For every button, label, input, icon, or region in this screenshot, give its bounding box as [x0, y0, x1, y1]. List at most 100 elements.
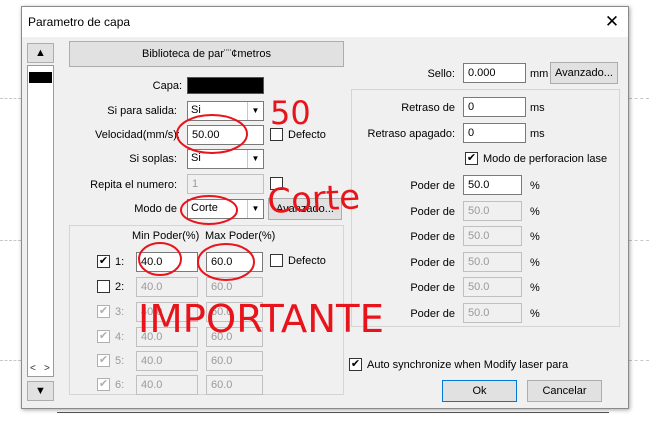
min-power-input[interactable]: 40.0: [136, 277, 198, 297]
chevron-down-icon[interactable]: ▼: [247, 102, 263, 120]
min-power-input[interactable]: 40.0: [136, 302, 198, 322]
power-label: Poder de: [410, 180, 455, 192]
cancel-button[interactable]: Cancelar: [527, 380, 602, 402]
perforation-mode-label: Modo de perforacion lase: [483, 153, 608, 165]
power-row-label: 1:: [115, 256, 125, 268]
power-default-checkbox[interactable]: [270, 254, 283, 267]
repeat-checkbox[interactable]: [270, 177, 283, 190]
auto-sync-checkbox[interactable]: ✔: [349, 358, 362, 371]
scroll-right-icon[interactable]: >: [44, 363, 50, 374]
repeat-input[interactable]: 1: [187, 174, 264, 194]
max-power-input[interactable]: 60.0: [206, 277, 263, 297]
power-row-checkbox[interactable]: ✔: [97, 354, 110, 367]
percent-unit: %: [530, 282, 540, 295]
layer-color-box[interactable]: [187, 77, 264, 94]
power-input[interactable]: 50.0: [463, 200, 522, 221]
background-grid-line: [0, 360, 21, 361]
power-label: Poder de: [410, 205, 455, 218]
max-power-input[interactable]: 60.0: [206, 375, 263, 395]
repeat-label: Repita el numero:: [90, 179, 177, 191]
max-power-input[interactable]: 60.0: [206, 302, 263, 322]
power-label: Poder de: [410, 256, 455, 269]
max-power-input[interactable]: 60.0: [206, 252, 263, 272]
power-row-checkbox[interactable]: ✔: [97, 305, 110, 318]
auto-sync-label: Auto synchronize when Modify laser para: [367, 359, 569, 371]
delay-on-input[interactable]: 0: [463, 97, 526, 117]
background-grid-line: [629, 360, 649, 361]
horizontal-scrollbar[interactable]: < >: [29, 363, 52, 375]
chevron-down-icon[interactable]: ▼: [247, 200, 263, 218]
arrow-down-icon: ▼: [35, 385, 46, 397]
background-grid-line: [0, 98, 21, 99]
right-advanced-button[interactable]: Avanzado...: [550, 62, 618, 84]
ok-button[interactable]: Ok: [442, 380, 517, 402]
layer-color-swatch[interactable]: [29, 72, 52, 83]
delay-off-label: Retraso apagado:: [367, 128, 455, 140]
power-row-label: 6:: [115, 379, 125, 391]
layer-parameters-dialog: Parametro de capa ✕ ▲ < > ▼ Biblioteca d…: [21, 6, 629, 409]
power-label: Poder de: [410, 231, 455, 244]
title-bar: Parametro de capa ✕: [22, 7, 628, 37]
power-input[interactable]: 50.0: [463, 226, 522, 247]
max-power-input[interactable]: 60.0: [206, 351, 263, 371]
power-row-checkbox[interactable]: ✔: [97, 330, 110, 343]
speed-input[interactable]: 50.00: [187, 125, 264, 145]
layer-list[interactable]: < >: [27, 65, 54, 377]
max-power-input[interactable]: 60.0: [206, 327, 263, 347]
power-input[interactable]: 50.0: [463, 277, 522, 298]
layer-up-button[interactable]: ▲: [27, 43, 54, 63]
max-power-header: Max Poder(%): [205, 230, 276, 242]
layer-down-button[interactable]: ▼: [27, 381, 54, 401]
blow-select-value: Si: [191, 152, 201, 164]
seal-label: Sello:: [427, 68, 455, 80]
blow-label: Si soplas:: [129, 153, 177, 165]
dialog-title: Parametro de capa: [28, 15, 131, 29]
min-power-input[interactable]: 40.0: [136, 375, 198, 395]
seal-unit: mm: [530, 68, 549, 80]
power-row-checkbox[interactable]: ✔: [97, 378, 110, 391]
arrow-up-icon: ▲: [35, 47, 46, 59]
power-input[interactable]: 50.0: [463, 251, 522, 272]
output-select-value: Si: [191, 104, 201, 116]
speed-default-label: Defecto: [288, 129, 326, 141]
chevron-down-icon[interactable]: ▼: [247, 150, 263, 168]
power-row-checkbox[interactable]: ✔: [97, 255, 110, 268]
output-select[interactable]: Si ▼: [187, 101, 264, 121]
mode-select[interactable]: Corte ▼: [187, 199, 264, 219]
close-icon[interactable]: ✕: [600, 10, 624, 34]
min-power-header: Min Poder(%): [132, 230, 200, 242]
parameter-library-button[interactable]: Biblioteca de par¨¨¢metros: [69, 41, 344, 67]
power-row-checkbox[interactable]: [97, 280, 110, 293]
percent-unit: %: [530, 308, 540, 320]
min-power-input[interactable]: 40.0: [136, 252, 198, 272]
delay-on-label: Retraso de: [401, 102, 455, 114]
power-default-label: Defecto: [288, 255, 326, 267]
min-power-input[interactable]: 40.0: [136, 327, 198, 347]
delay-off-unit: ms: [530, 128, 545, 140]
percent-unit: %: [530, 231, 540, 244]
power-label: Poder de: [410, 308, 455, 320]
perforation-mode-checkbox[interactable]: ✔: [465, 152, 478, 165]
power-row-label: 5:: [115, 355, 125, 367]
power-row-label: 3:: [115, 306, 125, 318]
background-grid-line: [629, 98, 649, 99]
mode-select-value: Corte: [191, 202, 218, 214]
left-advanced-button[interactable]: Avanzado...: [268, 198, 342, 220]
blow-select[interactable]: Si ▼: [187, 149, 264, 169]
power-input[interactable]: 50.0: [463, 303, 522, 323]
percent-unit: %: [530, 256, 540, 269]
min-power-input[interactable]: 40.0: [136, 351, 198, 371]
seal-input[interactable]: 0.000: [463, 63, 526, 83]
speed-default-checkbox[interactable]: [270, 128, 283, 141]
mode-label: Modo de: [134, 203, 177, 215]
underlying-window-edge: [57, 409, 609, 413]
background-grid-line: [629, 240, 649, 241]
power-input[interactable]: 50.0: [463, 175, 522, 195]
delay-off-input[interactable]: 0: [463, 123, 526, 143]
power-label: Poder de: [410, 282, 455, 295]
scroll-left-icon[interactable]: <: [30, 363, 36, 374]
power-row-label: 2:: [115, 281, 125, 293]
background-grid-line: [0, 240, 21, 241]
speed-label: Velocidad(mm/s):: [95, 129, 180, 141]
delay-on-unit: ms: [530, 102, 545, 114]
